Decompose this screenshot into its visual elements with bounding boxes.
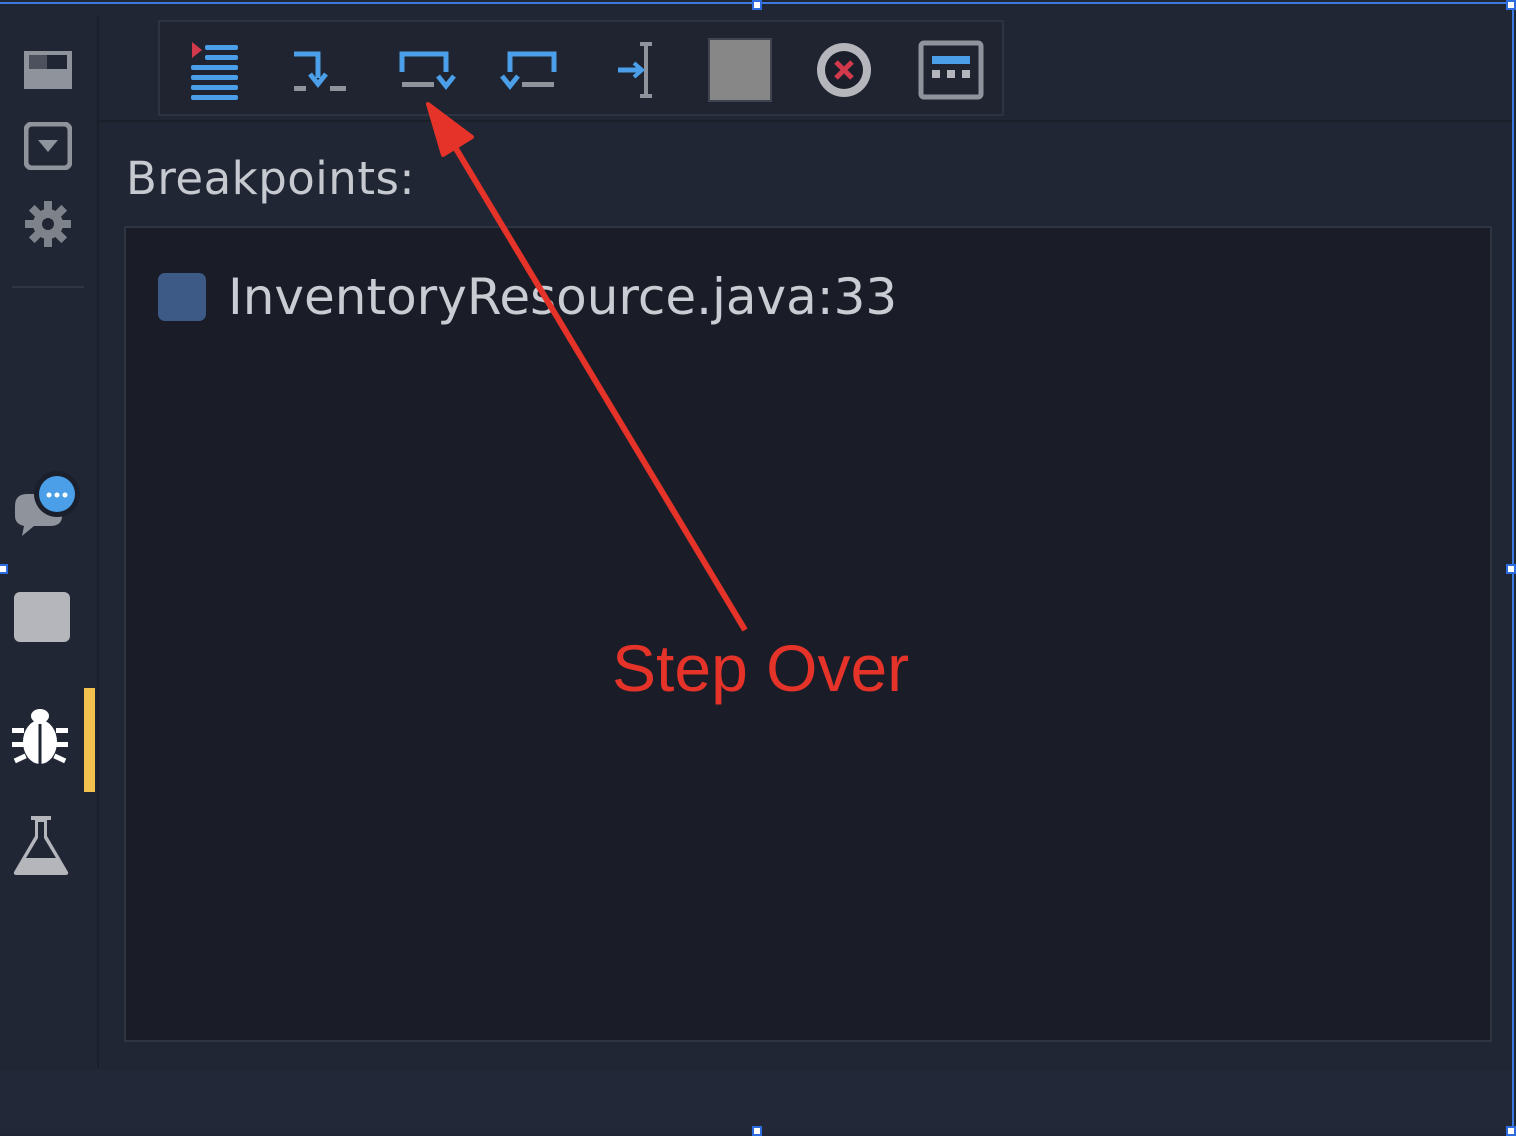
resize-handle-top[interactable] bbox=[752, 0, 762, 10]
annotation-label: Step Over bbox=[612, 631, 910, 705]
resize-handle-bottom[interactable] bbox=[752, 1126, 762, 1136]
resize-handle-top-right[interactable] bbox=[1506, 0, 1516, 10]
resize-handle-bottom-right[interactable] bbox=[1506, 1126, 1516, 1136]
resize-handle-left[interactable] bbox=[0, 564, 8, 574]
resize-handle-right[interactable] bbox=[1506, 564, 1516, 574]
annotation-arrow bbox=[426, 102, 748, 632]
